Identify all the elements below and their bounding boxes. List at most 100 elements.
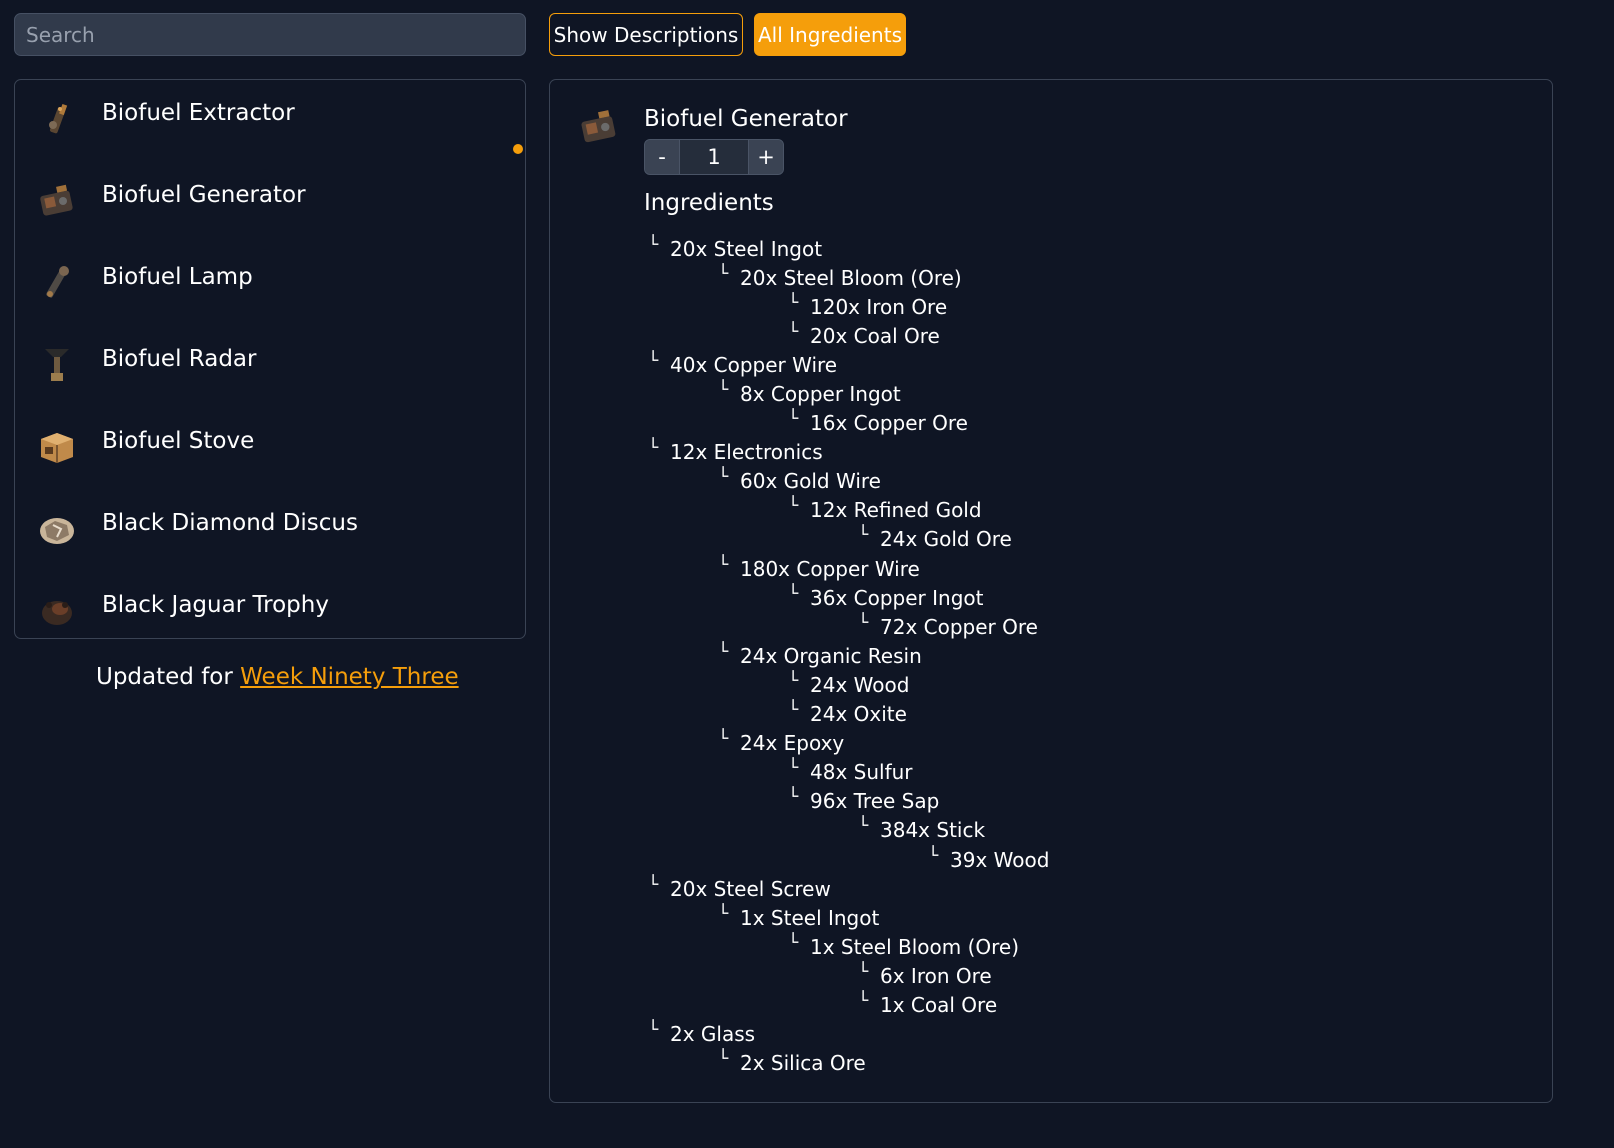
tree-branch-icon: └ bbox=[718, 467, 729, 488]
detail-title: Biofuel Generator bbox=[644, 106, 848, 132]
ingredient-label: 6x Iron Ore bbox=[880, 963, 992, 988]
tree-branch-icon: └ bbox=[788, 700, 799, 721]
ingredient-row: └ 20x Steel Bloom (Ore) bbox=[648, 263, 1049, 292]
ingredient-label: 20x Coal Ore bbox=[810, 323, 940, 348]
ingredient-label: 24x Organic Resin bbox=[740, 643, 922, 668]
ingredient-row: └ 72x Copper Ore bbox=[648, 612, 1049, 641]
ingredient-row: └ 1x Steel Bloom (Ore) bbox=[648, 932, 1049, 961]
tree-branch-icon: └ bbox=[718, 554, 729, 575]
ingredient-label: 39x Wood bbox=[950, 847, 1050, 872]
ingredient-row: └ 2x Silica Ore bbox=[648, 1049, 1049, 1078]
black-jaguar-trophy-icon bbox=[35, 589, 79, 633]
ingredient-row: └ 24x Organic Resin bbox=[648, 641, 1049, 670]
tree-branch-icon: └ bbox=[788, 583, 799, 604]
list-item[interactable]: Biofuel Radar bbox=[15, 326, 525, 408]
ingredient-row: └ 180x Copper Wire bbox=[648, 554, 1049, 583]
ingredient-label: 60x Gold Wire bbox=[740, 469, 881, 494]
list-item[interactable]: Biofuel Lamp bbox=[15, 244, 525, 326]
list-item[interactable]: Biofuel Generator bbox=[15, 162, 525, 244]
ingredient-row: └ 12x Refined Gold bbox=[648, 496, 1049, 525]
list-item-label: Biofuel Generator bbox=[102, 182, 306, 208]
black-diamond-discus-icon bbox=[35, 507, 79, 551]
ingredient-row: └ 20x Coal Ore bbox=[648, 321, 1049, 350]
ingredient-label: 24x Oxite bbox=[810, 702, 907, 727]
biofuel-generator-icon bbox=[35, 179, 79, 223]
ingredient-row: └ 96x Tree Sap bbox=[648, 787, 1049, 816]
ingredient-label: 20x Steel Ingot bbox=[670, 236, 823, 261]
ingredients-heading: Ingredients bbox=[644, 190, 774, 216]
update-note: Updated for Week Ninety Three bbox=[96, 664, 459, 690]
scroll-indicator[interactable] bbox=[513, 144, 523, 154]
ingredient-row: └ 20x Steel Screw bbox=[648, 874, 1049, 903]
tree-branch-icon: └ bbox=[858, 961, 869, 982]
ingredient-row: └ 120x Iron Ore bbox=[648, 292, 1049, 321]
tree-branch-icon: └ bbox=[718, 903, 729, 924]
decrement-button[interactable]: - bbox=[645, 140, 679, 174]
biofuel-extractor-icon bbox=[35, 97, 79, 141]
biofuel-lamp-icon bbox=[35, 261, 79, 305]
list-item-label: Black Jaguar Trophy bbox=[102, 592, 329, 618]
tree-branch-icon: └ bbox=[648, 350, 659, 371]
list-item[interactable]: Black Jaguar Trophy bbox=[15, 572, 525, 638]
ingredient-row: └ 24x Epoxy bbox=[648, 729, 1049, 758]
list-item[interactable]: Black Diamond Discus bbox=[15, 490, 525, 572]
search-input[interactable] bbox=[14, 13, 526, 56]
ingredient-row: └ 36x Copper Ingot bbox=[648, 583, 1049, 612]
tree-branch-icon: └ bbox=[858, 816, 869, 837]
ingredient-label: 384x Stick bbox=[880, 818, 986, 843]
ingredient-row: └ 8x Copper Ingot bbox=[648, 379, 1049, 408]
biofuel-stove-icon bbox=[35, 425, 79, 469]
week-link[interactable]: Week Ninety Three bbox=[240, 664, 458, 690]
list-item-label: Biofuel Stove bbox=[102, 428, 255, 454]
ingredient-row: └ 40x Copper Wire bbox=[648, 350, 1049, 379]
ingredient-label: 2x Silica Ore bbox=[740, 1051, 866, 1076]
quantity-value[interactable]: 1 bbox=[679, 140, 749, 174]
tree-branch-icon: └ bbox=[788, 496, 799, 517]
ingredient-row: └ 24x Wood bbox=[648, 670, 1049, 699]
increment-button[interactable]: + bbox=[749, 140, 783, 174]
list-item-label: Biofuel Lamp bbox=[102, 264, 253, 290]
tree-branch-icon: └ bbox=[858, 525, 869, 546]
list-item-label: Black Diamond Discus bbox=[102, 510, 358, 536]
ingredient-label: 1x Coal Ore bbox=[880, 992, 998, 1017]
update-note-prefix: Updated for bbox=[96, 664, 241, 690]
all-ingredients-button[interactable]: All Ingredients bbox=[754, 13, 906, 56]
ingredient-row: └ 12x Electronics bbox=[648, 438, 1049, 467]
ingredient-label: 72x Copper Ore bbox=[880, 614, 1038, 639]
ingredient-label: 20x Steel Screw bbox=[670, 876, 831, 901]
tree-branch-icon: └ bbox=[718, 380, 729, 401]
ingredient-tree: └ 20x Steel Ingot └ 20x Steel Bloom (Ore) └ 1… bbox=[648, 234, 1049, 1078]
tree-branch-icon: └ bbox=[648, 438, 659, 459]
item-list: Biofuel Extractor Biofuel Generator Biof… bbox=[14, 79, 526, 639]
list-item[interactable]: Biofuel Extractor bbox=[15, 80, 525, 162]
tree-branch-icon: └ bbox=[788, 932, 799, 953]
tree-branch-icon: └ bbox=[858, 612, 869, 633]
ingredient-label: 2x Glass bbox=[670, 1022, 756, 1047]
ingredient-label: 24x Gold Ore bbox=[880, 527, 1012, 552]
tree-branch-icon: └ bbox=[788, 292, 799, 313]
ingredient-row: └ 1x Steel Ingot bbox=[648, 903, 1049, 932]
biofuel-generator-icon bbox=[576, 104, 622, 150]
list-item[interactable]: Biofuel Stove bbox=[15, 408, 525, 490]
tree-branch-icon: └ bbox=[718, 641, 729, 662]
ingredient-label: 20x Steel Bloom (Ore) bbox=[740, 265, 962, 290]
show-descriptions-button[interactable]: Show Descriptions bbox=[549, 13, 743, 56]
tree-branch-icon: └ bbox=[648, 1020, 659, 1041]
ingredient-row: └ 39x Wood bbox=[648, 845, 1049, 874]
tree-branch-icon: └ bbox=[788, 758, 799, 779]
tree-branch-icon: └ bbox=[648, 874, 659, 895]
tree-branch-icon: └ bbox=[788, 321, 799, 342]
ingredient-label: 1x Steel Bloom (Ore) bbox=[810, 934, 1020, 959]
ingredient-label: 12x Electronics bbox=[670, 440, 823, 465]
tree-branch-icon: └ bbox=[788, 409, 799, 430]
ingredient-row: └ 24x Oxite bbox=[648, 700, 1049, 729]
ingredient-row: └ 1x Coal Ore bbox=[648, 990, 1049, 1019]
ingredient-label: 36x Copper Ingot bbox=[810, 585, 984, 610]
ingredient-row: └ 16x Copper Ore bbox=[648, 409, 1049, 438]
ingredient-label: 24x Wood bbox=[810, 672, 910, 697]
list-item-label: Biofuel Radar bbox=[102, 346, 257, 372]
ingredient-label: 40x Copper Wire bbox=[670, 352, 838, 377]
tree-branch-icon: └ bbox=[718, 263, 729, 284]
ingredient-row: └ 20x Steel Ingot bbox=[648, 234, 1049, 263]
ingredient-label: 120x Iron Ore bbox=[810, 294, 948, 319]
